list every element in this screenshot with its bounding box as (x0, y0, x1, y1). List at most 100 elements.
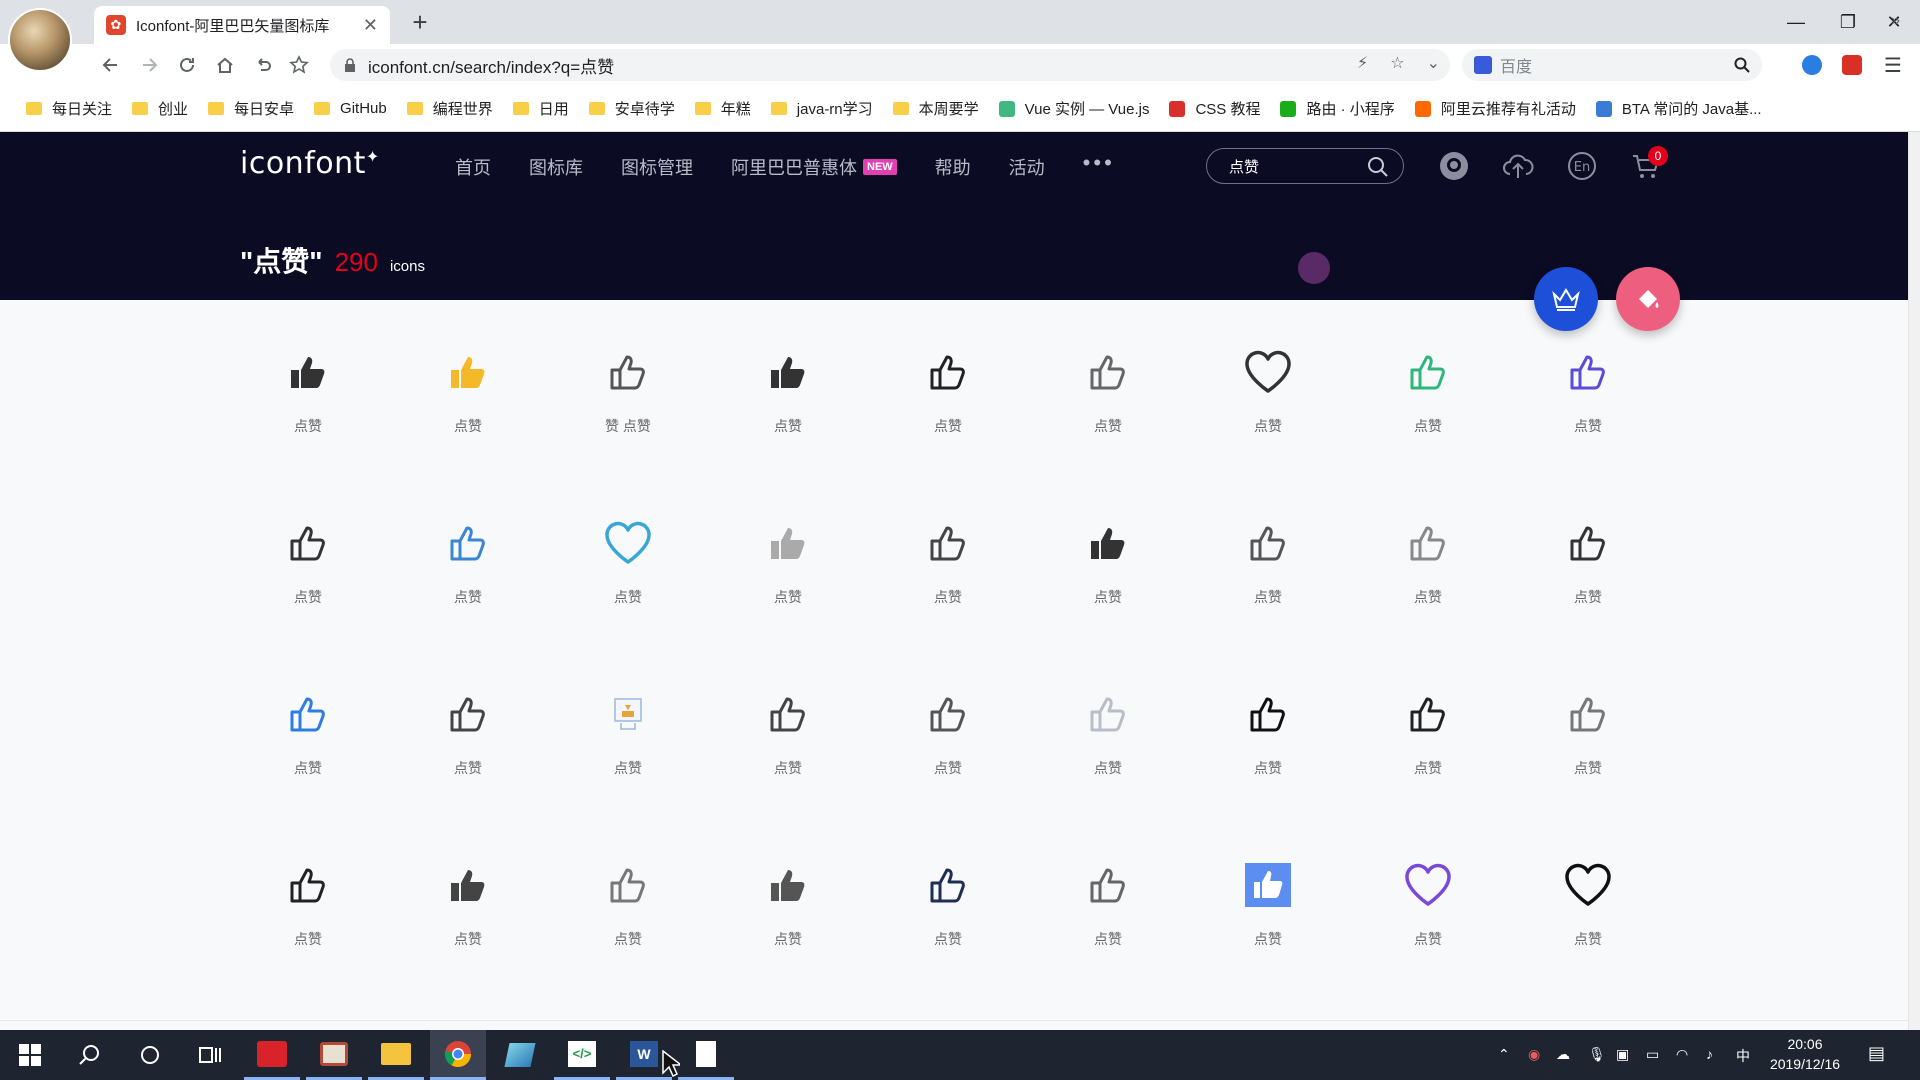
bookmark-item[interactable]: 阿里云推荐有礼活动 (1407, 98, 1588, 119)
icon-card[interactable]: 点赞 (1028, 684, 1188, 834)
page-scrollbar[interactable] (1908, 132, 1920, 1030)
star-icon[interactable]: ☆ (1390, 53, 1404, 73)
cortana-button[interactable] (122, 1030, 178, 1080)
bookmark-item[interactable]: 创业 (124, 98, 200, 119)
nav-home[interactable]: 首页 (455, 154, 491, 180)
icon-card[interactable]: 点赞 (388, 342, 548, 492)
icon-card[interactable]: 点赞 (548, 513, 708, 663)
icon-card[interactable]: 点赞 (548, 684, 708, 834)
bookmark-item[interactable]: CSS 教程 (1161, 98, 1272, 119)
bookmark-item[interactable]: GitHub (306, 100, 399, 117)
nav-help[interactable]: 帮助 (935, 154, 971, 180)
icon-card[interactable]: 赞 点赞 (548, 342, 708, 492)
icon-card[interactable]: 点赞 (1348, 855, 1508, 1005)
icon-card[interactable]: 点赞 (388, 684, 548, 834)
menu-icon[interactable]: ☰ (1876, 48, 1910, 82)
tray-expand-icon[interactable]: ⌃ (1498, 1046, 1510, 1063)
close-tab-icon[interactable]: ✕ (363, 15, 378, 36)
icon-card[interactable]: 点赞 (868, 855, 1028, 1005)
browser-tab[interactable]: ✿ Iconfont-阿里巴巴矢量图标库 ✕ (94, 6, 390, 44)
task-view-button[interactable] (182, 1030, 238, 1080)
site-logo[interactable]: iconfont✦ (240, 146, 380, 181)
icon-card[interactable]: 点赞 (548, 855, 708, 1005)
icon-card[interactable]: 点赞 (1508, 684, 1668, 834)
bookmark-item[interactable]: 每日安卓 (200, 98, 306, 119)
icon-card[interactable]: 点赞 (228, 342, 388, 492)
forward-button[interactable] (132, 48, 166, 82)
wifi-icon[interactable]: ◠ (1676, 1046, 1688, 1063)
icon-card[interactable]: 点赞 (1188, 513, 1348, 663)
bookmark-item[interactable]: 日用 (505, 98, 581, 119)
restore-button[interactable]: ❐ (1826, 4, 1870, 40)
icon-card[interactable]: 点赞 (1188, 855, 1348, 1005)
icon-card[interactable]: 点赞 (868, 342, 1028, 492)
icon-card[interactable]: 点赞 (1028, 342, 1188, 492)
bookmark-item[interactable]: 本周要学 (885, 98, 991, 119)
address-bar[interactable]: iconfont.cn/search/index?q=点赞 ⚡ ☆ ⌄ (330, 49, 1450, 81)
icon-card[interactable]: 点赞 (228, 513, 388, 663)
icon-card[interactable]: 点赞 (868, 513, 1028, 663)
site-search-input[interactable]: 点赞 (1206, 148, 1404, 184)
pdf-extension-icon[interactable] (1842, 55, 1862, 75)
icon-card[interactable]: 点赞 (1348, 513, 1508, 663)
icon-card[interactable]: 点赞 (228, 855, 388, 1005)
more-bookmarks-icon[interactable]: » (1891, 12, 1900, 30)
input-method-indicator[interactable]: 中 (1736, 1046, 1750, 1066)
notes-app[interactable] (492, 1030, 548, 1080)
chrome-app[interactable] (430, 1030, 486, 1080)
icon-card[interactable]: 点赞 (708, 684, 868, 834)
new-tab-button[interactable]: + (404, 6, 436, 38)
search-icon[interactable] (1367, 156, 1389, 178)
nav-icon-manage[interactable]: 图标管理 (621, 154, 693, 180)
battery-icon[interactable]: ▭ (1646, 1046, 1659, 1063)
search-icon[interactable] (1734, 57, 1750, 73)
start-button[interactable] (2, 1030, 58, 1080)
icon-card[interactable]: 点赞 (708, 855, 868, 1005)
minimize-button[interactable]: — (1774, 4, 1818, 40)
nav-icon-library[interactable]: 图标库 (529, 154, 583, 180)
bookmark-item[interactable]: BTA 常问的 Java基... (1588, 98, 1774, 119)
bookmark-item[interactable]: 编程世界 (399, 98, 505, 119)
profile-avatar[interactable] (8, 8, 72, 72)
tray-app-icon[interactable]: ▣ (1616, 1046, 1629, 1063)
icon-card[interactable]: 点赞 (1348, 684, 1508, 834)
bookmark-item[interactable]: 每日关注 (18, 98, 124, 119)
icon-card[interactable]: 点赞 (1188, 342, 1348, 492)
file-explorer-app[interactable] (368, 1030, 424, 1080)
user-avatar-icon[interactable] (1438, 150, 1470, 182)
volume-icon[interactable]: ♪ (1706, 1046, 1713, 1062)
engine-search-box[interactable]: 百度 (1462, 49, 1762, 81)
icon-card[interactable]: 点赞 (388, 855, 548, 1005)
icon-card[interactable]: 点赞 (1028, 513, 1188, 663)
icon-card[interactable]: 点赞 (708, 513, 868, 663)
vip-crown-button[interactable] (1534, 267, 1598, 331)
back-button[interactable] (94, 48, 128, 82)
nav-alibaba-font[interactable]: 阿里巴巴普惠体 NEW (731, 154, 897, 180)
chevron-down-icon[interactable]: ⌄ (1427, 53, 1440, 73)
icon-card[interactable]: 点赞 (1188, 684, 1348, 834)
code-editor-app[interactable]: </> (554, 1030, 610, 1080)
notification-icon[interactable]: ▤ (1868, 1043, 1885, 1064)
icon-card[interactable]: 点赞 (708, 342, 868, 492)
undo-close-button[interactable] (246, 48, 280, 82)
bookmark-item[interactable]: Vue 实例 — Vue.js (991, 98, 1162, 119)
extension-icon[interactable] (1802, 55, 1822, 75)
notepad-app[interactable] (678, 1030, 734, 1080)
icon-card[interactable]: 点赞 (388, 513, 548, 663)
icon-card[interactable]: 点赞 (1508, 513, 1668, 663)
icon-card[interactable]: 点赞 (1348, 342, 1508, 492)
icon-card[interactable]: 点赞 (1508, 855, 1668, 1005)
icon-card[interactable]: 点赞 (228, 684, 388, 834)
bookmark-item[interactable]: 路由 · 小程序 (1272, 98, 1406, 119)
language-icon[interactable]: En (1566, 150, 1598, 182)
bookmark-item[interactable]: 年糕 (687, 98, 763, 119)
reload-button[interactable] (170, 48, 204, 82)
paint-bucket-button[interactable] (1616, 267, 1680, 331)
photo-app[interactable] (306, 1030, 362, 1080)
search-taskbar-button[interactable] (62, 1030, 118, 1080)
icon-card[interactable]: 点赞 (868, 684, 1028, 834)
tray-record-icon[interactable]: ◉ (1528, 1046, 1540, 1063)
bookmark-item[interactable]: 安卓待学 (581, 98, 687, 119)
system-clock[interactable]: 20:06 2019/12/16 (1760, 1034, 1850, 1074)
tray-cloud-icon[interactable]: ☁ (1556, 1046, 1570, 1063)
